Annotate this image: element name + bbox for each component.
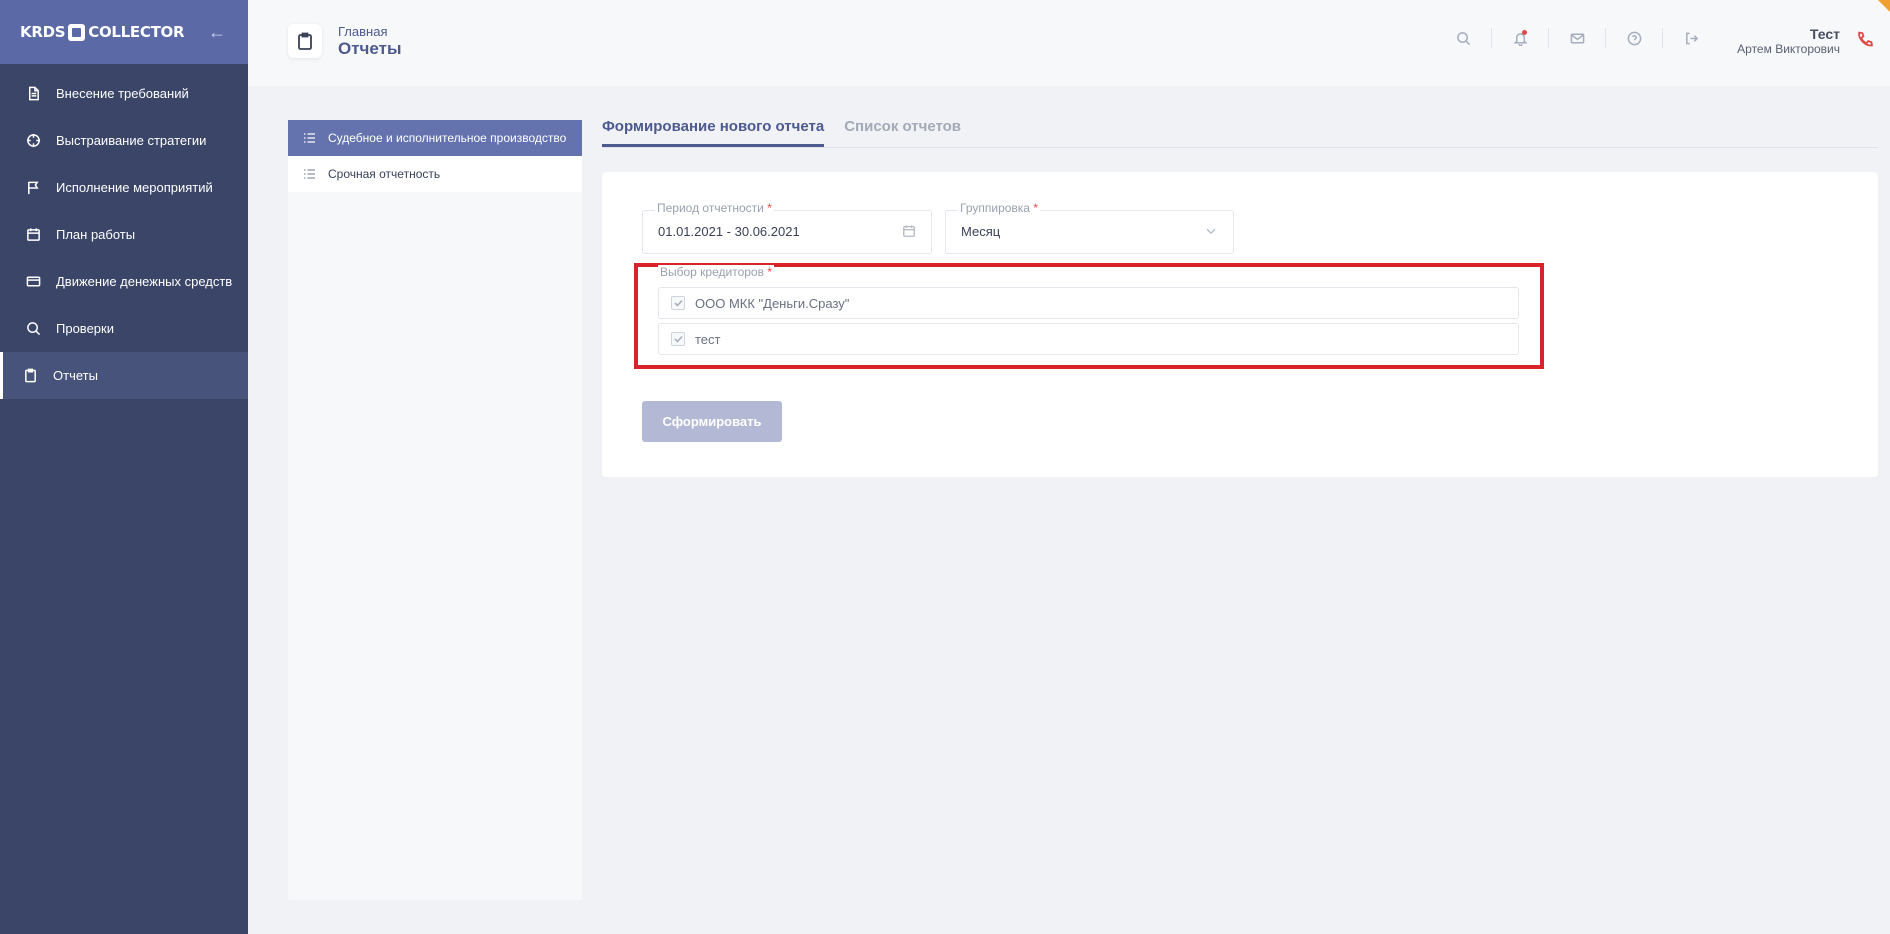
clipboard-icon	[298, 32, 312, 50]
mail-icon[interactable]	[1568, 29, 1586, 47]
collapse-sidebar-button[interactable]: ←	[208, 22, 226, 43]
corner-badge	[1878, 0, 1890, 12]
crosshair-icon	[25, 133, 41, 149]
page-title: Отчеты	[338, 39, 402, 58]
creditor-label: ООО МКК "Деньги.Сразу"	[695, 295, 850, 311]
report-type-panel: Судебное и исполнительное производство С…	[288, 120, 582, 900]
search-icon	[25, 321, 41, 337]
document-icon	[25, 86, 41, 102]
calendar-icon	[25, 227, 41, 243]
logo[interactable]: KRDS COLLECTOR	[20, 23, 185, 41]
grouping-value: Месяц	[961, 224, 1001, 239]
sidebar-item-label: План работы	[56, 227, 136, 242]
divider	[1548, 28, 1549, 48]
sidebar-item-label: Движение денежных средств	[56, 274, 233, 289]
tab-new-report[interactable]: Формирование нового отчета	[602, 118, 825, 147]
tabs: Формирование нового отчета Список отчето…	[602, 118, 1878, 148]
sidebar-nav: Внесение требований Выстраивание стратег…	[0, 70, 248, 399]
divider	[1605, 28, 1606, 48]
sidebar: KRDS COLLECTOR ← Внесение требований Выс…	[0, 0, 248, 934]
top-bar: Главная Отчеты Тест Артем Викторович	[248, 0, 1890, 86]
sidebar-item-label: Внесение требований	[56, 86, 189, 101]
list-icon	[304, 133, 316, 143]
divider	[1662, 28, 1663, 48]
logout-icon[interactable]	[1682, 29, 1700, 47]
report-type-urgent[interactable]: Срочная отчетность	[288, 156, 582, 192]
period-field[interactable]: Период отчетности * 01.01.2021 - 30.06.2…	[642, 201, 932, 254]
logo-text-right: COLLECTOR	[88, 23, 185, 41]
grouping-select[interactable]: Группировка * Месяц	[945, 201, 1234, 254]
sidebar-item-checks[interactable]: Проверки	[0, 305, 248, 352]
sidebar-item-requirements[interactable]: Внесение требований	[0, 70, 248, 117]
sidebar-item-label: Исполнение мероприятий	[56, 180, 213, 195]
calendar-icon[interactable]	[902, 224, 917, 239]
user-name[interactable]: Тест	[1810, 26, 1840, 42]
tab-report-list[interactable]: Список отчетов	[844, 118, 961, 147]
sidebar-item-reports[interactable]: Отчеты	[0, 352, 248, 399]
creditor-option[interactable]: тест	[658, 323, 1519, 355]
notification-dot	[1522, 30, 1527, 35]
generate-report-button[interactable]: Сформировать	[642, 401, 782, 442]
creditors-label: Выбор кредиторов *	[658, 265, 774, 279]
clipboard-icon	[22, 368, 38, 384]
chevron-down-icon	[1204, 224, 1219, 239]
sidebar-item-label: Проверки	[56, 321, 114, 336]
period-value: 01.01.2021 - 30.06.2021	[658, 224, 800, 239]
list-icon	[304, 169, 316, 179]
creditor-checkbox[interactable]	[671, 332, 685, 346]
logo-cube-icon	[68, 23, 86, 41]
creditor-label: тест	[695, 331, 721, 347]
page-icon	[288, 24, 322, 58]
phone-icon[interactable]	[1856, 31, 1874, 49]
breadcrumb[interactable]: Главная	[338, 24, 387, 39]
grouping-label: Группировка *	[958, 201, 1040, 215]
creditor-option[interactable]: ООО МКК "Деньги.Сразу"	[658, 287, 1519, 319]
period-label: Период отчетности *	[655, 201, 774, 215]
help-icon[interactable]	[1625, 29, 1643, 47]
search-icon[interactable]	[1454, 29, 1472, 47]
flag-icon	[25, 180, 41, 196]
sidebar-item-label: Выстраивание стратегии	[56, 133, 207, 148]
bell-icon[interactable]	[1511, 29, 1529, 47]
sidebar-item-work-plan[interactable]: План работы	[0, 211, 248, 258]
credit-card-icon	[25, 274, 41, 290]
sidebar-item-strategy[interactable]: Выстраивание стратегии	[0, 117, 248, 164]
divider	[1491, 28, 1492, 48]
sidebar-item-label: Отчеты	[53, 368, 98, 383]
sidebar-item-events[interactable]: Исполнение мероприятий	[0, 164, 248, 211]
user-subtitle: Артем Викторович	[1737, 42, 1840, 56]
sidebar-item-cash-flow[interactable]: Движение денежных средств	[0, 258, 248, 305]
creditor-checkbox[interactable]	[671, 296, 685, 310]
top-actions	[1454, 28, 1700, 48]
report-type-court[interactable]: Судебное и исполнительное производство	[288, 120, 582, 156]
report-type-label: Срочная отчетность	[328, 167, 441, 181]
sidebar-header: KRDS COLLECTOR ←	[0, 0, 248, 64]
logo-text-left: KRDS	[20, 23, 66, 41]
report-type-label: Судебное и исполнительное производство	[328, 131, 567, 145]
